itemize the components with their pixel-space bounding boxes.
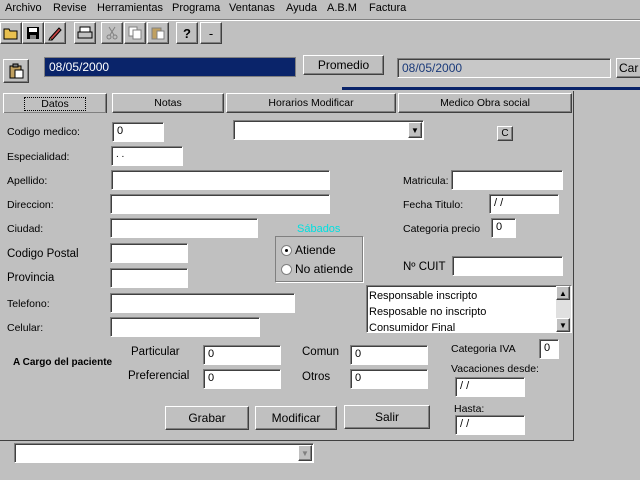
categoria-precio-label: Categoria precio — [403, 223, 481, 235]
toolbar-divider-light — [0, 20, 640, 21]
salir-button[interactable]: Salir — [344, 405, 430, 429]
hasta-label: Hasta: — [454, 403, 485, 415]
radio-unchecked-icon — [281, 263, 292, 275]
matricula-label: Matricula: — [403, 175, 449, 187]
modificar-button[interactable]: Modificar — [255, 406, 337, 430]
menu-abm[interactable]: A.B.M — [327, 2, 357, 14]
clipboard-button[interactable] — [3, 59, 29, 83]
codigo-medico-dropdown[interactable]: ▼ — [233, 120, 424, 140]
sabados-label: Sábados — [297, 223, 341, 235]
menu-bar: Archivo Revise Herramientas Programa Ven… — [0, 0, 640, 17]
no-atiende-radio[interactable]: No atiende — [281, 262, 353, 276]
direccion-label: Direccion: — [7, 199, 54, 211]
matricula-field[interactable] — [451, 170, 563, 190]
celular-label: Celular: — [7, 322, 44, 334]
menu-ventanas[interactable]: Ventanas — [229, 2, 275, 14]
paste-clipboard-icon[interactable] — [147, 22, 169, 44]
printer-icon[interactable] — [74, 22, 96, 44]
atiende-label: Atiende — [295, 243, 336, 257]
categoria-precio-field[interactable]: 0 — [491, 218, 516, 238]
tab-datos[interactable]: Datos — [3, 93, 107, 113]
fecha-titulo-field[interactable]: / / — [489, 194, 559, 214]
codigo-medico-label: Codigo medico: — [7, 126, 80, 138]
tab-horarios[interactable]: Horarios Modificar — [226, 93, 396, 113]
edit-pencil-icon[interactable] — [44, 22, 66, 44]
comun-label: Comun — [302, 346, 340, 358]
codigo-postal-label: Codigo Postal — [7, 248, 79, 260]
especialidad-field[interactable]: . . — [111, 146, 183, 166]
preferencial-label: Preferencial — [128, 370, 190, 382]
direccion-field[interactable] — [110, 194, 330, 214]
atiende-radio[interactable]: Atiende — [281, 243, 336, 257]
especialidad-label: Especialidad: — [7, 151, 70, 163]
preferencial-field[interactable]: 0 — [203, 369, 281, 389]
clipboard-icon — [9, 63, 24, 79]
tab-medico-obra-social[interactable]: Medico Obra social — [398, 93, 572, 113]
categoria-iva-field[interactable]: 0 — [539, 339, 559, 359]
tab-notas[interactable]: Notas — [112, 93, 224, 113]
date-to-field[interactable]: 08/05/2000 — [397, 58, 611, 78]
particular-label: Particular — [131, 346, 180, 358]
scroll-down-icon[interactable]: ▼ — [556, 318, 570, 332]
grabar-button[interactable]: Grabar — [165, 406, 249, 430]
otros-field[interactable]: 0 — [350, 369, 428, 389]
codigo-postal-field[interactable] — [110, 243, 188, 263]
celular-field[interactable] — [110, 317, 260, 337]
chevron-down-icon[interactable]: ▼ — [298, 445, 312, 461]
iva-listbox[interactable]: Responsable inscripto Resposable no insc… — [366, 285, 572, 333]
iva-option[interactable]: Responsable inscripto — [369, 288, 486, 304]
otros-label: Otros — [302, 371, 331, 383]
menu-programa[interactable]: Programa — [172, 2, 220, 14]
cuit-label: Nº CUIT — [403, 261, 446, 273]
ciudad-label: Ciudad: — [7, 223, 44, 235]
telefono-field[interactable] — [110, 293, 295, 313]
bottom-dropdown[interactable]: ▼ — [14, 443, 314, 463]
cuit-field[interactable] — [452, 256, 563, 276]
vacaciones-field[interactable]: / / — [455, 377, 525, 397]
particular-field[interactable]: 0 — [203, 345, 281, 365]
menu-ayuda[interactable]: Ayuda — [286, 2, 317, 14]
menu-revise[interactable]: Revise — [53, 2, 87, 14]
iva-scrollbar[interactable]: ▲ ▼ — [556, 286, 571, 332]
apellido-label: Apellido: — [7, 175, 48, 187]
provincia-label: Provincia — [7, 272, 55, 284]
car-button[interactable]: Car — [616, 58, 640, 78]
radio-checked-icon — [281, 244, 292, 256]
cut-scissors-icon[interactable] — [101, 22, 123, 44]
tab-datos-label: Datos — [24, 96, 86, 111]
help-icon[interactable]: ? — [176, 22, 198, 44]
copy-icon[interactable] — [124, 22, 146, 44]
iva-option[interactable]: Resposable no inscripto — [369, 304, 486, 320]
menu-archivo[interactable]: Archivo — [5, 2, 42, 14]
comun-field[interactable]: 0 — [350, 345, 428, 365]
provincia-field[interactable] — [110, 268, 188, 288]
codigo-medico-field[interactable]: 0 — [112, 122, 164, 142]
iva-option[interactable]: Consumidor Final — [369, 320, 486, 332]
no-atiende-label: No atiende — [295, 262, 354, 276]
save-disk-icon[interactable] — [22, 22, 44, 44]
hasta-field[interactable]: / / — [455, 415, 525, 435]
telefono-label: Telefono: — [7, 298, 50, 310]
scroll-up-icon[interactable]: ▲ — [556, 286, 570, 300]
menu-herramientas[interactable]: Herramientas — [97, 2, 163, 14]
dash-button[interactable]: - — [200, 22, 222, 44]
vacaciones-label: Vacaciones desde: — [451, 363, 539, 375]
background-bar — [342, 87, 640, 90]
promedio-button[interactable]: Promedio — [303, 55, 384, 75]
apellido-field[interactable] — [111, 170, 330, 190]
c-button[interactable]: C — [497, 126, 513, 141]
categoria-iva-label: Categoria IVA — [451, 343, 516, 355]
cargo-paciente-label: A Cargo del paciente — [13, 357, 113, 368]
open-folder-icon[interactable] — [0, 22, 22, 44]
fecha-titulo-label: Fecha Titulo: — [403, 199, 464, 211]
menu-factura[interactable]: Factura — [369, 2, 406, 14]
date-from-field[interactable]: 08/05/2000 — [44, 57, 296, 77]
ciudad-field[interactable] — [110, 218, 258, 238]
chevron-down-icon[interactable]: ▼ — [408, 122, 422, 138]
